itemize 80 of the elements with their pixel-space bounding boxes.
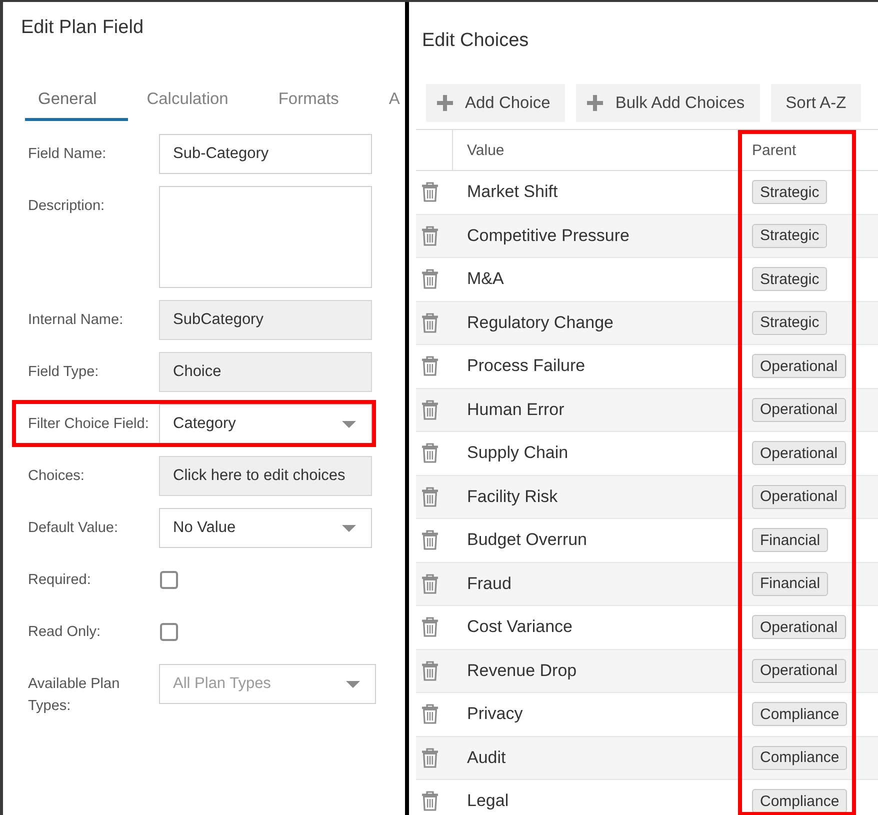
field-label: Description:	[28, 197, 106, 216]
choice-value: Supply Chain	[467, 443, 568, 464]
caret-icon	[346, 680, 360, 688]
column-header: Value	[467, 142, 504, 158]
parent-tag: Operational	[752, 354, 846, 378]
choice-value: Regulatory Change	[467, 312, 614, 333]
column-header: Parent	[752, 142, 796, 158]
choice-value: Competitive Pressure	[467, 226, 630, 246]
toolbar-button[interactable]: Sort A-Z	[770, 84, 862, 122]
trash-icon[interactable]	[421, 791, 439, 812]
text-field[interactable]: Sub-Category	[159, 134, 372, 174]
plus-icon	[587, 95, 604, 111]
caret-icon	[342, 524, 356, 532]
choice-value: Privacy	[467, 704, 523, 724]
parent-tag: Strategic	[752, 180, 828, 204]
field-label: Filter Choice Field:	[28, 415, 150, 434]
choice-value: Cost Variance	[467, 617, 573, 638]
plus-icon	[437, 95, 453, 111]
parent-tag: Compliance	[752, 702, 848, 726]
parent-tag: Operational	[752, 658, 846, 683]
dialog-title: Edit Choices	[421, 29, 529, 53]
trash-icon[interactable]	[421, 182, 439, 202]
tab[interactable]: Calculation	[134, 80, 260, 121]
trash-icon[interactable]	[421, 400, 439, 420]
trash-icon[interactable]	[421, 486, 439, 507]
parent-tag: Financial	[752, 528, 828, 552]
readonly-field: Choice	[159, 352, 372, 392]
tab[interactable]: A	[376, 80, 405, 121]
choice-value: Market Shift	[467, 182, 558, 202]
field-label: Field Type:	[28, 363, 100, 382]
choice-value: Budget Overrun	[467, 530, 588, 550]
field-label: Read Only:	[28, 623, 102, 642]
parent-tag: Operational	[752, 484, 846, 509]
trash-icon[interactable]	[421, 660, 439, 681]
tab[interactable]: General	[25, 80, 128, 121]
trash-icon[interactable]	[421, 748, 439, 768]
parent-tag: Operational	[752, 441, 846, 466]
choice-value: Fraud	[467, 574, 512, 594]
parent-tag: Compliance	[752, 746, 848, 770]
toolbar-button[interactable]: Add Choice	[426, 84, 566, 122]
select-field[interactable]: No Value	[159, 508, 372, 548]
field-label: Field Name:	[28, 145, 108, 164]
trash-icon[interactable]	[421, 226, 439, 246]
parent-tag: Compliance	[752, 789, 848, 814]
trash-icon[interactable]	[421, 617, 439, 638]
toolbar-button[interactable]: Bulk Add Choices	[576, 84, 760, 122]
select-field[interactable]: Category	[159, 404, 372, 444]
choice-value: M&A	[467, 269, 504, 290]
checkbox[interactable]	[160, 571, 178, 589]
parent-tag: Strategic	[752, 224, 828, 248]
parent-tag: Strategic	[752, 310, 828, 335]
choice-value: Legal	[467, 791, 509, 812]
choice-value: Audit	[467, 748, 506, 768]
dialog-title: Edit Plan Field	[20, 16, 144, 40]
trash-icon[interactable]	[421, 704, 439, 724]
edit-choices-field[interactable]: Click here to edit choices	[159, 456, 372, 496]
field-label: Available Plan Types:	[28, 675, 121, 716]
field-label: Choices:	[28, 467, 86, 486]
trash-icon[interactable]	[421, 356, 439, 376]
field-label: Default Value:	[28, 519, 120, 538]
choice-value: Human Error	[467, 400, 564, 420]
choice-value: Process Failure	[467, 356, 586, 376]
trash-icon[interactable]	[421, 574, 439, 594]
tab[interactable]: Formats	[265, 80, 370, 121]
caret-icon	[342, 420, 356, 428]
parent-tag: Strategic	[752, 267, 828, 292]
field-label: Internal Name:	[28, 311, 124, 330]
checkbox[interactable]	[160, 623, 178, 641]
parent-tag: Operational	[752, 615, 846, 640]
trash-icon[interactable]	[421, 530, 439, 550]
parent-tag: Financial	[752, 572, 828, 596]
trash-icon[interactable]	[421, 443, 439, 464]
trash-icon[interactable]	[421, 269, 439, 290]
choice-value: Revenue Drop	[467, 660, 577, 681]
parent-tag: Operational	[752, 398, 846, 422]
trash-icon[interactable]	[421, 312, 439, 333]
description-field[interactable]	[159, 186, 372, 288]
field-label: Required:	[28, 571, 92, 590]
readonly-field: SubCategory	[159, 300, 372, 340]
choice-value: Facility Risk	[467, 486, 558, 507]
